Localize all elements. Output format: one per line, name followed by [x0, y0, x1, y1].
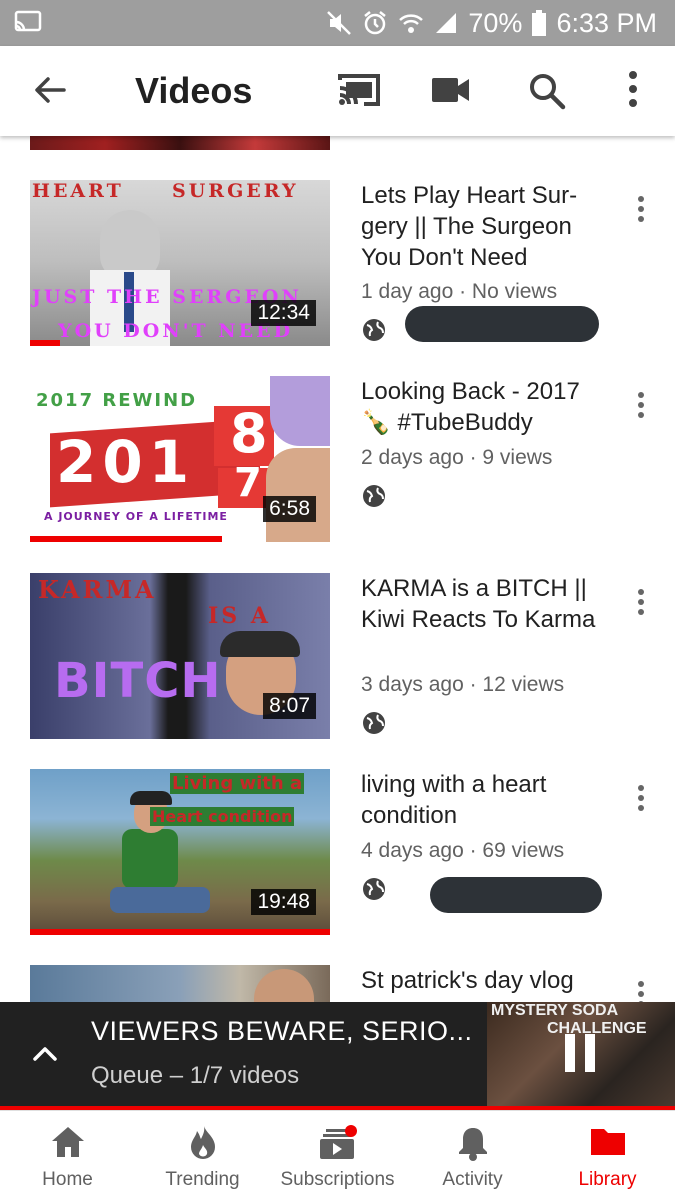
thumbnail-text: KARMA	[38, 575, 157, 604]
video-duration: 19:48	[251, 889, 316, 915]
mini-player-progress	[0, 1106, 675, 1110]
thumbnail-text: A JOURNEY OF A LIFETIME	[44, 510, 228, 523]
mini-player-thumbnail[interactable]: MYSTERY SODA CHALLENGE	[487, 1002, 675, 1106]
pause-icon[interactable]	[565, 1034, 595, 1072]
page-title: Videos	[135, 70, 253, 111]
public-globe-icon	[363, 878, 385, 900]
mute-icon	[327, 11, 352, 35]
thumbnail-face	[266, 448, 330, 542]
video-duration: 12:34	[251, 300, 316, 326]
chevron-up-icon[interactable]	[32, 1044, 58, 1062]
video-menu-icon[interactable]	[633, 981, 649, 1002]
video-menu-icon[interactable]	[633, 392, 649, 422]
thumbnail-text: 201	[56, 428, 196, 496]
video-item[interactable]: HEART SURGERY JUST THE SERGEON YOU DON'T…	[0, 180, 675, 350]
video-thumbnail[interactable]: KARMA IS A BITCH 8:07	[30, 573, 330, 739]
video-thumbnail[interactable]: Living with a Heart condition 19:48	[30, 769, 330, 935]
video-meta: 4 days ago · 69 views	[361, 839, 565, 862]
video-meta: 3 days ago · 12 views	[361, 673, 565, 696]
mini-thumb-text: MYSTERY SODA CHALLENGE	[491, 1002, 647, 1038]
video-thumbnail[interactable]	[30, 965, 330, 1002]
mini-player[interactable]: VIEWERS BEWARE, SERIO... Queue – 1/7 vid…	[0, 1002, 675, 1106]
nav-activity[interactable]: Activity	[405, 1111, 540, 1200]
video-camera-icon[interactable]	[432, 76, 470, 104]
thumbnail-text: 7	[234, 460, 265, 506]
video-list: HEART SURGERY JUST THE SERGEON YOU DON'T…	[0, 136, 675, 1002]
battery-icon	[532, 10, 547, 36]
back-arrow-icon[interactable]	[32, 72, 68, 108]
watch-progress-bar	[30, 340, 60, 346]
previous-video-thumbnail[interactable]	[30, 136, 330, 150]
app-bar: Videos	[0, 46, 675, 136]
video-item[interactable]: 2017 REWIND 201 8 7 A JOURNEY OF A LIFET…	[0, 376, 675, 546]
thumbnail-text: BITCH	[54, 653, 222, 709]
status-bar: 70% 6:33 PM	[0, 0, 675, 46]
home-icon	[51, 1127, 84, 1157]
video-title[interactable]: St patrick's day vlog	[361, 965, 616, 996]
nav-label: Trending	[165, 1169, 240, 1190]
bell-icon	[458, 1128, 487, 1161]
video-item[interactable]: St patrick's day vlog	[0, 965, 675, 1002]
bottom-navigation: Home Trending Subscriptions Activity Lib…	[0, 1110, 675, 1200]
mini-thumb-text-line: MYSTERY SODA	[491, 1002, 619, 1019]
thumbnail-text: Heart condition	[150, 807, 295, 826]
subscriptions-icon	[319, 1125, 357, 1159]
mini-player-queue: Queue – 1/7 videos	[91, 1062, 300, 1089]
thumbnail-hat	[220, 631, 300, 657]
nav-label: Activity	[442, 1169, 503, 1190]
thumbnail-shirt	[122, 829, 178, 889]
video-title[interactable]: Looking Back - 2017 🍾 #TubeBuddy	[361, 376, 616, 438]
nav-library[interactable]: Library	[540, 1111, 675, 1200]
thumbnail-text: HEART	[32, 180, 124, 202]
video-menu-icon[interactable]	[633, 589, 649, 619]
video-title[interactable]: KARMA is a BITCH || Kiwi Reacts To Karma	[361, 573, 616, 635]
cast-notification-icon	[14, 10, 42, 32]
public-globe-icon	[363, 319, 385, 341]
thumbnail-text: 8	[230, 402, 271, 465]
redacted-area	[430, 877, 602, 913]
thumbnail-hat	[130, 791, 172, 805]
video-thumbnail[interactable]: HEART SURGERY JUST THE SERGEON YOU DON'T…	[30, 180, 330, 346]
video-menu-icon[interactable]	[633, 785, 649, 815]
nav-label: Home	[42, 1169, 93, 1190]
wifi-icon	[399, 14, 424, 33]
nav-label: Library	[578, 1169, 637, 1190]
signal-icon	[436, 13, 457, 33]
video-duration: 6:58	[263, 496, 316, 522]
watch-progress-bar	[30, 929, 330, 935]
thumbnail-text: Living with a	[170, 773, 305, 794]
mini-player-title[interactable]: VIEWERS BEWARE, SERIO...	[91, 1016, 473, 1047]
thumbnail-avatar-art	[270, 376, 330, 446]
thumbnail-text: SURGERY	[172, 180, 299, 202]
search-icon[interactable]	[528, 72, 566, 110]
video-meta: 2 days ago · 9 views	[361, 446, 553, 469]
video-title[interactable]: Lets Play Heart Sur-gery || The Surgeon …	[361, 180, 616, 273]
video-meta: 1 day ago · No views	[361, 280, 558, 303]
nav-label: Subscriptions	[280, 1169, 395, 1190]
fire-icon	[190, 1126, 215, 1159]
video-title[interactable]: living with a heart condition	[361, 769, 616, 831]
nav-subscriptions[interactable]: Subscriptions	[270, 1111, 405, 1200]
public-globe-icon	[363, 712, 385, 734]
cast-icon[interactable]	[336, 70, 382, 110]
thumbnail-jeans	[110, 887, 210, 913]
nav-home[interactable]: Home	[0, 1111, 135, 1200]
thumbnail-text: 2017 REWIND	[36, 390, 198, 411]
thumbnail-text: IS A	[208, 603, 271, 629]
nav-trending[interactable]: Trending	[135, 1111, 270, 1200]
clock-time: 6:33 PM	[556, 7, 657, 38]
video-item[interactable]: Living with a Heart condition 19:48 livi…	[0, 769, 675, 939]
video-menu-icon[interactable]	[633, 196, 649, 226]
video-item[interactable]: KARMA IS A BITCH 8:07 KARMA is a BITCH |…	[0, 573, 675, 743]
video-thumbnail[interactable]: 2017 REWIND 201 8 7 A JOURNEY OF A LIFET…	[30, 376, 330, 542]
more-options-icon[interactable]	[627, 70, 639, 108]
alarm-icon	[364, 11, 387, 35]
battery-percentage: 70%	[468, 7, 523, 38]
thumbnail-face	[254, 969, 314, 1002]
video-duration: 8:07	[263, 693, 316, 719]
redacted-area	[405, 306, 599, 342]
watch-progress-bar	[30, 536, 222, 542]
folder-icon	[590, 1129, 625, 1155]
public-globe-icon	[363, 485, 385, 507]
